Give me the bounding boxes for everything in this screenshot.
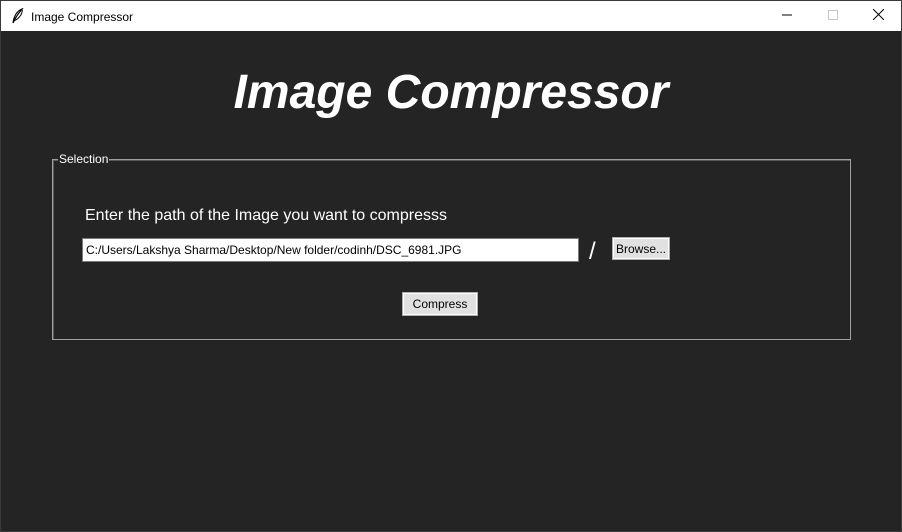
page-title: Image Compressor (233, 66, 669, 119)
path-prompt-label: Enter the path of the Image you want to … (85, 207, 447, 224)
browse-button[interactable]: Browse... (612, 237, 670, 260)
selection-frame: Selection Enter the path of the Image yo… (52, 152, 851, 340)
close-icon (872, 7, 884, 25)
title-bar[interactable]: Image Compressor (1, 1, 901, 31)
maximize-icon (828, 7, 838, 25)
feather-icon (11, 7, 25, 24)
selection-legend: Selection (58, 152, 110, 166)
app-window: Image Compressor Image Compressor Select… (0, 0, 902, 532)
image-path-input[interactable] (82, 238, 579, 262)
minimize-icon (782, 7, 792, 25)
compress-button[interactable]: Compress (402, 292, 478, 316)
minimize-button[interactable] (764, 1, 810, 31)
maximize-button[interactable] (810, 1, 856, 31)
window-title: Image Compressor (31, 10, 134, 24)
path-separator-label: / (589, 238, 596, 265)
client-area: Image Compressor Selection Enter the pat… (1, 31, 901, 531)
close-button[interactable] (855, 1, 901, 31)
